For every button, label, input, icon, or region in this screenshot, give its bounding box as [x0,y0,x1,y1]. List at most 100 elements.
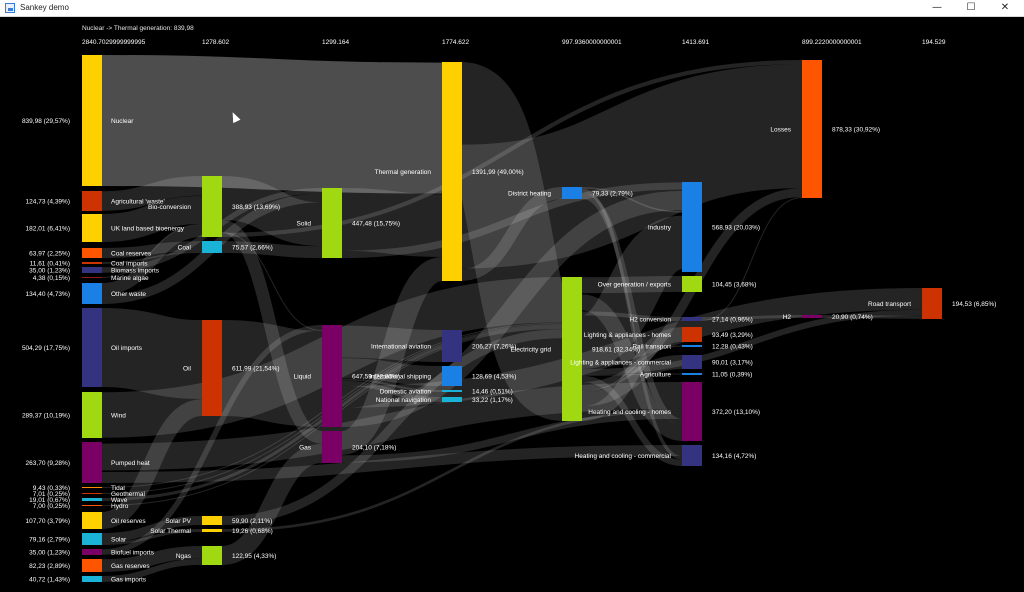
sankey-node-bar[interactable] [682,276,702,292]
sankey-node-bar[interactable] [82,262,102,264]
sankey-node-bar[interactable] [82,487,102,488]
sankey-node[interactable]: Coal imports 11,61 (0,41%) [30,260,149,267]
sankey-node[interactable]: Gas imports 40,72 (1,43%) [29,576,147,583]
sankey-node-label: Coal [178,244,192,251]
sankey-node-label: International shipping [369,373,431,380]
sankey-node-bar[interactable] [82,549,102,555]
sankey-node-bar[interactable] [82,533,102,545]
sankey-node-value: 839,98 (29,57%) [22,118,70,125]
sankey-node-bar[interactable] [82,559,102,572]
sankey-node-label: Domestic aviation [380,388,432,395]
sankey-node-bar[interactable] [802,60,822,198]
sankey-node-bar[interactable] [202,529,222,532]
sankey-node-bar[interactable] [82,248,102,258]
column-total-label: 1774.622 [442,39,469,46]
sankey-node-value: 75,57 (2,66%) [232,244,273,251]
sankey-node[interactable]: Hydro 7,00 (0,25%) [33,503,129,510]
sankey-node-label: Wind [111,412,126,419]
sankey-node-label: Coal reserves [111,250,152,257]
sankey-node-bar[interactable] [682,182,702,272]
sankey-node[interactable]: Marine algae 4,38 (0,15%) [33,275,149,282]
sankey-node-value: 35,00 (1,23%) [29,549,70,556]
sankey-node-bar[interactable] [82,55,102,186]
sankey-node-bar[interactable] [82,267,102,273]
sankey-node-label: Marine algae [111,275,149,282]
sankey-node-bar[interactable] [82,308,102,387]
sankey-node-value: 12,28 (0,43%) [712,343,753,350]
sankey-node-value: 289,37 (10,19%) [22,412,70,419]
sankey-node-bar[interactable] [82,498,102,501]
sankey-node[interactable]: Solar Thermal 19,26 (0,68%) [150,528,273,535]
sankey-node-bar[interactable] [82,512,102,529]
sankey-node-bar[interactable] [682,317,702,321]
sankey-node[interactable]: Solar PV 59,90 (2,11%) [165,516,272,525]
sankey-node-bar[interactable] [202,516,222,525]
sankey-node-value: 878,33 (30,92%) [832,126,880,133]
sankey-node-bar[interactable] [442,62,462,281]
sankey-node-value: 134,16 (4,72%) [712,453,756,460]
sankey-node-value: 93,49 (3,29%) [712,332,753,339]
sankey-node-value: 63,97 (2,25%) [29,250,70,257]
sankey-node-label: Lighting & appliances - commercial [570,359,671,366]
sankey-node-bar[interactable] [682,327,702,342]
sankey-node-label: H2 conversion [629,316,671,323]
sankey-node[interactable]: Rail transport 12,28 (0,43%) [632,343,753,350]
sankey-node-bar[interactable] [442,390,462,392]
sankey-node-value: 4,38 (0,15%) [33,275,70,282]
sankey-node-value: 263,70 (9,28%) [26,460,70,467]
sankey-node-label: Solar [111,536,127,543]
sankey-node-bar[interactable] [82,283,102,304]
sankey-node-label: Over generation / exports [598,281,672,288]
sankey-node-value: 90,01 (3,17%) [712,359,753,366]
sankey-node-bar[interactable] [82,576,102,582]
sankey-node-bar[interactable] [922,288,942,319]
sankey-node-bar[interactable] [82,191,102,211]
sankey-node-label: Gas reserves [111,563,150,570]
close-button[interactable]: ✕ [988,0,1022,16]
sankey-node-label: Oil [183,365,192,372]
sankey-node-bar[interactable] [202,176,222,237]
sankey-node[interactable]: Agriculture 11,05 (0,39%) [640,371,752,378]
sankey-node-label: UK land based bioenergy [111,225,185,232]
sankey-node-bar[interactable] [202,241,222,253]
maximize-button[interactable]: ☐ [954,0,988,16]
sankey-node-value: 35,00 (1,23%) [29,267,70,274]
sankey-node-bar[interactable] [682,345,702,347]
sankey-node-bar[interactable] [562,277,582,421]
sankey-node-value: 1391,99 (49,00%) [472,169,524,176]
sankey-node-bar[interactable] [322,325,342,427]
sankey-node[interactable]: Biomass imports 35,00 (1,23%) [29,267,160,274]
sankey-node-bar[interactable] [562,187,582,199]
sankey-node-bar[interactable] [682,445,702,466]
sankey-node-bar[interactable] [802,315,822,318]
sankey-node-bar[interactable] [202,546,222,565]
sankey-node-bar[interactable] [82,214,102,242]
sankey-link[interactable] [101,55,443,194]
sankey-node-value: 182,01 (6,41%) [26,225,70,232]
sankey-node-bar[interactable] [682,373,702,375]
sankey-node-bar[interactable] [202,320,222,416]
sankey-node-value: 7,00 (0,25%) [33,503,70,510]
sankey-node-bar[interactable] [82,493,102,494]
sankey-node-bar[interactable] [82,505,102,506]
sankey-node-bar[interactable] [322,431,342,463]
sankey-node-bar[interactable] [82,392,102,438]
sankey-node-value: 59,90 (2,11%) [232,518,272,525]
sankey-node-bar[interactable] [442,330,462,362]
sankey-node-bar[interactable] [82,277,102,278]
sankey-node-bar[interactable] [82,442,102,483]
sankey-node[interactable]: Biofuel imports 35,00 (1,23%) [29,549,155,556]
minimize-button[interactable]: — [920,0,954,16]
sankey-node-bar[interactable] [682,382,702,441]
sankey-node-label: Road transport [868,301,911,308]
sankey-node-bar[interactable] [442,397,462,402]
sankey-node-bar[interactable] [322,188,342,258]
sankey-diagram[interactable]: 2840.7029999999995 1278.602 1299.164 1774.6… [0,17,1024,592]
sankey-node-value: 20,90 (0,74%) [832,314,873,321]
window-titlebar: Sankey demo — ☐ ✕ [0,0,1024,17]
sankey-node[interactable]: Coal reserves 63,97 (2,25%) [29,248,152,258]
sankey-node-label: Industry [648,224,672,231]
sankey-node-bar[interactable] [442,366,462,386]
sankey-node-value: 79,16 (2,79%) [29,536,70,543]
sankey-node-bar[interactable] [682,355,702,369]
